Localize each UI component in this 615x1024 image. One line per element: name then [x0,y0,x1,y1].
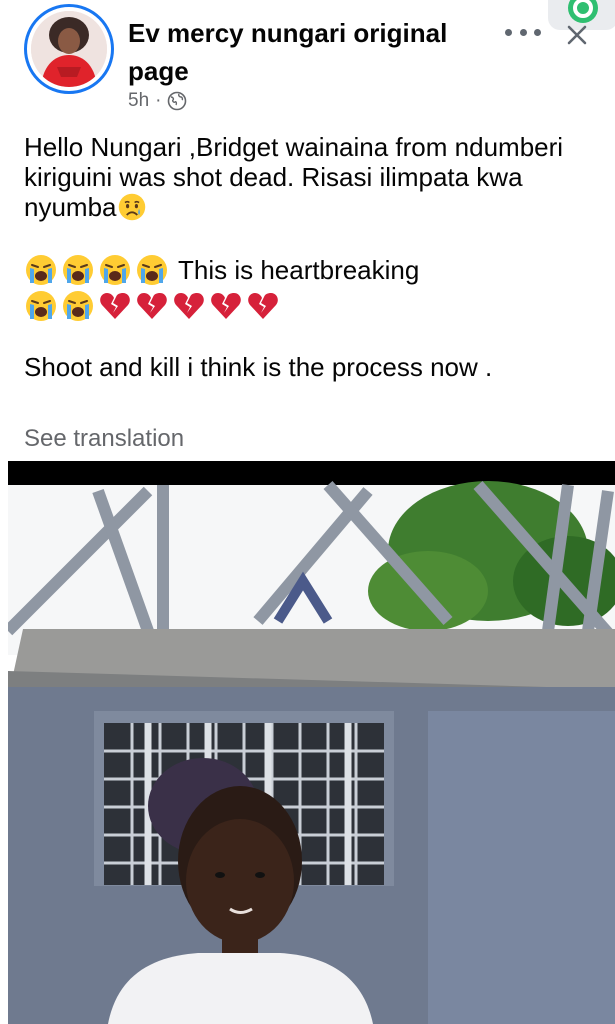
page-avatar[interactable] [24,4,114,94]
post-text-line-2: This is heartbreaking [178,255,420,285]
emoji-line-1: This is heartbreaking [24,252,599,288]
post-photo[interactable] [8,461,615,1024]
broken-heart-emoji [246,289,280,323]
post-time[interactable]: 5h [128,90,149,112]
loudly-crying-face-emoji [61,289,95,323]
see-translation-link[interactable]: See translation [24,425,184,453]
loudly-crying-face-emoji [61,253,95,287]
page-name[interactable]: Ev mercy nungari original page [128,14,488,90]
post-text-line-3: Shoot and kill i think is the process no… [24,352,493,382]
post-meta: 5h · [128,90,187,112]
loudly-crying-face-emoji [135,253,169,287]
globe-icon [168,91,187,111]
loudly-crying-face-emoji [98,253,132,287]
facebook-post: Ev mercy nungari original page 5h · Hell… [0,0,615,1024]
loudly-crying-face-emoji [24,289,58,323]
broken-heart-emoji [135,289,169,323]
post-text-line-1-text: Hello Nungari ,Bridget wainaina from ndu… [24,132,564,222]
broken-heart-emoji [172,289,206,323]
sad-relieved-face-emoji [117,192,147,222]
emoji-line-2 [24,288,599,324]
post-text: Hello Nungari ,Bridget wainaina from ndu… [24,132,599,382]
more-horizontal-icon[interactable] [505,22,541,42]
meta-separator: · [155,90,162,111]
broken-heart-emoji [209,289,243,323]
broken-heart-emoji [98,289,132,323]
close-icon[interactable] [562,20,592,50]
avatar-image [31,11,107,87]
loudly-crying-face-emoji [24,253,58,287]
post-text-line-1: Hello Nungari ,Bridget wainaina from ndu… [24,132,599,222]
